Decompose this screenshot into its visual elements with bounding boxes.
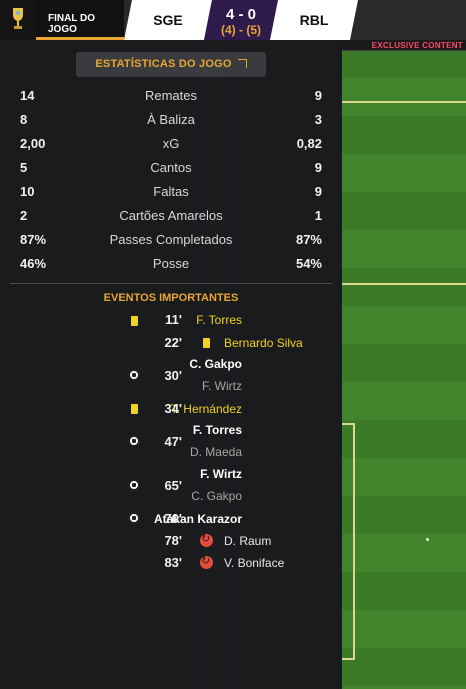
stat-label: Faltas xyxy=(153,184,189,199)
event-player[interactable]: C. Gakpo xyxy=(189,357,242,371)
stat-label: À Baliza xyxy=(147,112,195,127)
goal-icon xyxy=(128,512,140,524)
event-minute: 11' xyxy=(165,312,182,327)
stat-row: 10 Faltas 9 xyxy=(0,180,342,204)
away-team-name: RBL xyxy=(299,12,329,28)
yellow-card-icon xyxy=(203,338,210,348)
match-stats-title: ESTATÍSTICAS DO JOGO xyxy=(95,58,232,70)
event-minute: 83' xyxy=(164,555,182,570)
event-minute: 65' xyxy=(164,478,182,493)
stat-row: 5 Cantos 9 xyxy=(0,156,342,180)
pitch-view xyxy=(342,40,466,689)
goal-icon xyxy=(128,479,140,491)
stat-away-value: 9 xyxy=(314,88,322,103)
ad-board: EXCLUSIVE CONTENT xyxy=(342,40,466,51)
event-minute: 70' xyxy=(164,511,182,526)
stat-away-value: 87% xyxy=(295,232,322,247)
event-player[interactable]: F. Wirtz xyxy=(200,467,242,481)
trophy-icon xyxy=(13,8,23,29)
event-player[interactable]: F. Torres xyxy=(196,313,242,327)
pitch-line xyxy=(342,283,466,285)
stat-away-value: 0,82 xyxy=(296,136,322,151)
stat-away-value: 1 xyxy=(314,208,322,223)
event-player[interactable]: D. Raum xyxy=(224,534,271,548)
stat-label: Posse xyxy=(152,256,190,271)
event-player[interactable]: F. Torres xyxy=(193,423,242,437)
pitch-line xyxy=(353,423,355,660)
event-assist[interactable]: C. Gakpo xyxy=(191,489,242,503)
event-minute: 78' xyxy=(164,533,182,548)
stat-row: 8 À Baliza 3 xyxy=(0,108,342,132)
yellow-card-icon xyxy=(131,404,138,414)
match-status-label: FINAL DO JOGO xyxy=(48,13,96,35)
stat-label: Passes Completados xyxy=(109,232,233,247)
event-minute: 22' xyxy=(164,335,182,350)
stat-row: 2,00 xG 0,82 xyxy=(0,132,342,156)
stat-row: 2 Cartões Amarelos 1 xyxy=(0,204,342,228)
home-team-name: SGE xyxy=(153,12,183,28)
pitch-line xyxy=(342,423,355,425)
away-team-badge[interactable]: RBL xyxy=(270,0,358,40)
stat-label: Remates xyxy=(144,88,198,103)
score: 4 - 0 xyxy=(225,6,256,23)
stat-label: Cantos xyxy=(150,160,192,175)
score-box: 4 - 0 (4) - (5) xyxy=(204,0,278,40)
goal-icon xyxy=(128,369,140,381)
stat-row: 14 Remates 9 xyxy=(0,84,342,108)
penalty-score: (4) - (5) xyxy=(221,23,261,37)
home-team-badge[interactable]: SGE xyxy=(124,0,212,40)
stat-away-value: 9 xyxy=(314,184,322,199)
substitution-icon xyxy=(200,554,213,569)
yellow-card-icon xyxy=(131,316,138,326)
stat-away-value: 9 xyxy=(314,160,322,175)
event-minute: 34' xyxy=(164,401,182,416)
goal-icon xyxy=(128,435,140,447)
event-player[interactable]: Bernardo Silva xyxy=(224,336,303,350)
stat-away-value: 3 xyxy=(314,112,322,127)
substitution-icon xyxy=(200,532,213,547)
event-minute: 30' xyxy=(164,368,182,383)
stat-label: xG xyxy=(162,136,180,151)
stat-row: 87% Passes Completados 87% xyxy=(0,228,342,252)
match-stats-header-button[interactable]: ESTATÍSTICAS DO JOGO xyxy=(76,52,266,77)
key-events-title: EVENTOS IMPORTANTES xyxy=(103,292,239,304)
competition-logo xyxy=(0,0,36,40)
scoreboard: FINAL DO JOGO SGE 4 - 0 (4) - (5) RBL xyxy=(0,0,466,40)
pitch-line xyxy=(342,101,466,103)
event-minute: 47' xyxy=(164,434,182,449)
expand-icon[interactable] xyxy=(237,59,247,68)
stat-row: 46% Posse 54% xyxy=(0,252,342,276)
ad-board-text: EXCLUSIVE CONTENT xyxy=(371,41,463,50)
stat-away-value: 54% xyxy=(295,256,322,271)
event-player[interactable]: V. Boniface xyxy=(224,556,284,570)
event-assist[interactable]: F. Wirtz xyxy=(202,379,242,393)
stat-label: Cartões Amarelos xyxy=(119,208,223,223)
event-assist[interactable]: D. Maeda xyxy=(190,445,242,459)
penalty-spot xyxy=(426,538,429,541)
divider xyxy=(10,283,332,284)
match-status: FINAL DO JOGO xyxy=(36,0,124,40)
pitch-line xyxy=(342,658,355,660)
